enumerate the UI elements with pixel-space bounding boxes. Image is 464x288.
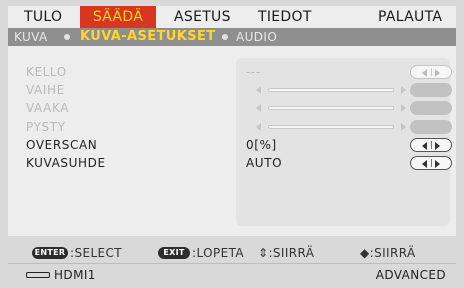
- tab-saada[interactable]: SÄÄDÄ: [80, 6, 156, 28]
- vaaka-slider[interactable]: [256, 101, 406, 115]
- row-label-overscan[interactable]: OVERSCAN: [26, 137, 97, 153]
- tab-tulo[interactable]: TULO: [24, 6, 62, 28]
- separator-dot: [222, 34, 228, 40]
- subtab-kuva[interactable]: KUVA: [14, 28, 48, 46]
- row-value-overscan: 0[%]: [246, 138, 277, 152]
- left-arrow-icon: [422, 142, 427, 150]
- row-value-kuvasuhde: AUTO: [246, 156, 283, 170]
- select-hint: :SELECT: [70, 246, 123, 260]
- right-arrow-icon: [435, 69, 440, 77]
- tab-asetus[interactable]: ASETUS: [174, 6, 231, 28]
- tab-palauta[interactable]: PALAUTA: [378, 6, 442, 28]
- right-arrow-icon: [401, 104, 406, 112]
- menu-mode-label: ADVANCED: [375, 268, 446, 282]
- hdmi-connector-icon: [26, 272, 50, 278]
- overscan-arrow-control[interactable]: [410, 138, 452, 152]
- subtab-kuva-asetukset[interactable]: KUVA-ASETUKSET: [80, 28, 216, 46]
- row-label-kuvasuhde[interactable]: KUVASUHDE: [26, 155, 106, 171]
- vaihe-value-knob: [410, 83, 452, 97]
- tab-tiedot[interactable]: TIEDOT: [258, 6, 312, 28]
- right-arrow-icon: [401, 86, 406, 94]
- vaaka-value-knob: [410, 101, 452, 115]
- status-bar: HDMI1 ADVANCED: [8, 263, 456, 285]
- row-label-vaaka[interactable]: VAAKA: [26, 100, 69, 116]
- vaihe-slider[interactable]: [256, 83, 406, 97]
- source-label: HDMI1: [54, 268, 96, 282]
- main-menu-tabbar: TULO SÄÄDÄ ASETUS TIEDOT PALAUTA: [8, 6, 456, 28]
- exit-hint: :LOPETA: [192, 246, 244, 260]
- kuvasuhde-arrow-control[interactable]: [410, 156, 452, 170]
- row-value-kello: ---: [246, 65, 261, 79]
- left-arrow-icon: [422, 69, 427, 77]
- updown-move-hint: ⇕:SIIRRÄ: [258, 246, 315, 260]
- slider-track: [268, 88, 394, 92]
- subtab-audio[interactable]: AUDIO: [236, 28, 277, 46]
- right-arrow-icon: [435, 160, 440, 168]
- left-arrow-icon: [256, 123, 261, 131]
- row-label-kello[interactable]: KELLO: [26, 64, 67, 80]
- right-arrow-icon: [401, 123, 406, 131]
- kello-arrow-control[interactable]: [410, 65, 452, 79]
- exit-key-badge: EXIT: [158, 247, 190, 259]
- separator-dot: [64, 34, 70, 40]
- row-label-pysty[interactable]: PYSTY: [26, 119, 66, 135]
- key-hints-bar: ENTER :SELECT EXIT :LOPETA ⇕:SIIRRÄ ◆:SI…: [8, 245, 456, 261]
- left-arrow-icon: [256, 86, 261, 94]
- left-arrow-icon: [256, 104, 261, 112]
- enter-key-badge: ENTER: [32, 247, 68, 259]
- pysty-slider[interactable]: [256, 120, 406, 134]
- slider-track: [268, 106, 394, 110]
- left-arrow-icon: [422, 160, 427, 168]
- leftright-move-hint: ◆:SIIRRÄ: [360, 246, 416, 260]
- row-label-vaihe[interactable]: VAIHE: [26, 82, 65, 98]
- slider-track: [268, 125, 394, 129]
- pysty-value-knob: [410, 120, 452, 134]
- submenu-tabbar: KUVA KUVA-ASETUKSET AUDIO: [8, 28, 456, 46]
- right-arrow-icon: [435, 142, 440, 150]
